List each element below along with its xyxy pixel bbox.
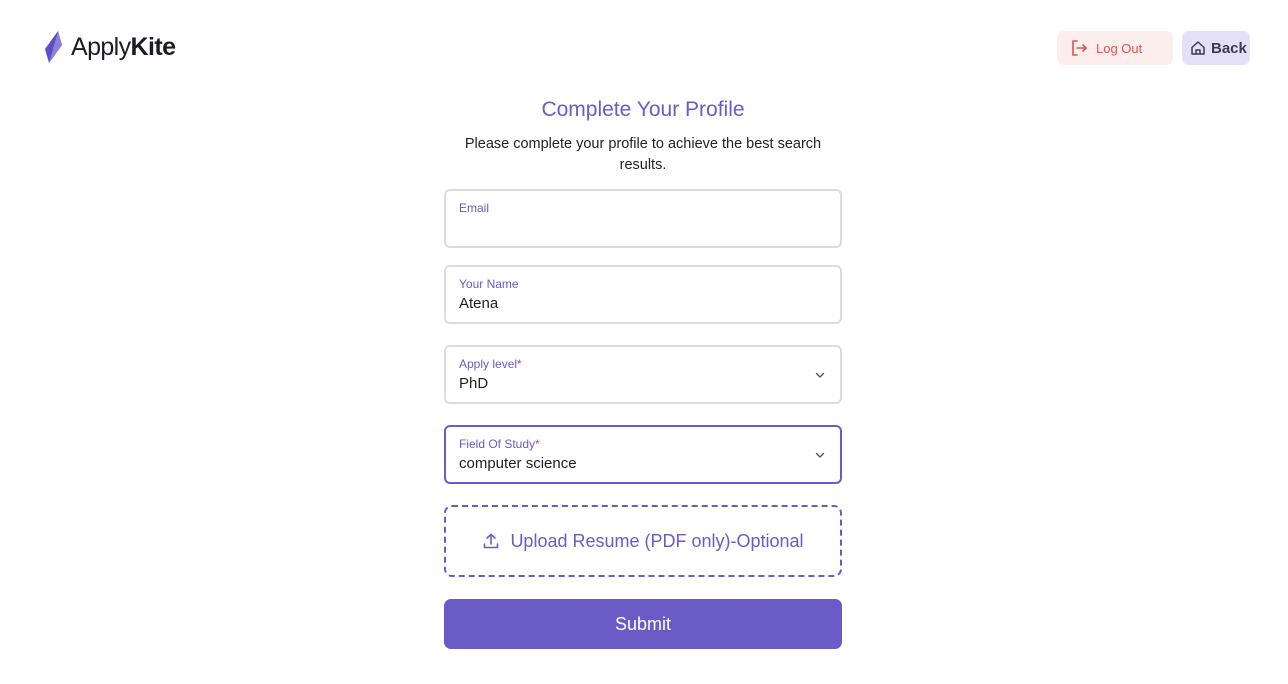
email-label: Email (459, 201, 490, 215)
field-of-study-label: Field Of Study* (459, 437, 540, 451)
field-of-study-label-text: Field Of Study (459, 437, 536, 451)
apply-level-label-text: Apply level (459, 357, 518, 371)
name-value: Atena (459, 295, 499, 312)
submit-button[interactable]: Submit (444, 599, 842, 649)
name-label: Your Name (459, 277, 519, 291)
brand-logo[interactable]: ApplyKite (44, 30, 176, 64)
field-of-study-select[interactable]: Field Of Study* computer science (444, 425, 842, 484)
logout-label: Log Out (1096, 40, 1143, 56)
required-mark: * (535, 437, 540, 451)
chevron-down-icon (815, 452, 825, 458)
logout-icon (1072, 40, 1087, 56)
upload-resume-label: Upload Resume (PDF only)-Optional (510, 530, 804, 551)
back-label: Back (1211, 39, 1247, 57)
brand-name-apply: Apply (71, 32, 131, 61)
submit-label: Submit (614, 613, 672, 634)
apply-level-select[interactable]: Apply level* PhD (444, 345, 842, 404)
email-field[interactable]: Email (444, 189, 842, 248)
page-title: Complete Your Profile (541, 98, 745, 121)
name-field[interactable]: Your Name Atena (444, 265, 842, 324)
field-of-study-value: computer science (459, 455, 577, 472)
upload-resume-button[interactable]: Upload Resume (PDF only)-Optional (444, 505, 842, 577)
required-mark: * (517, 357, 522, 371)
apply-level-label: Apply level* (459, 357, 522, 371)
apply-level-value: PhD (459, 375, 489, 392)
home-icon (1191, 41, 1205, 55)
page-subtitle: Please complete your profile to achieve … (464, 136, 822, 173)
kite-logo-icon (45, 31, 62, 63)
upload-icon (484, 533, 499, 549)
chevron-down-icon (815, 372, 825, 378)
back-button[interactable]: Back (1182, 31, 1250, 65)
brand-name-kite: Kite (130, 32, 176, 61)
logout-button[interactable]: Log Out (1057, 31, 1173, 65)
brand-name: ApplyKite (71, 32, 176, 61)
